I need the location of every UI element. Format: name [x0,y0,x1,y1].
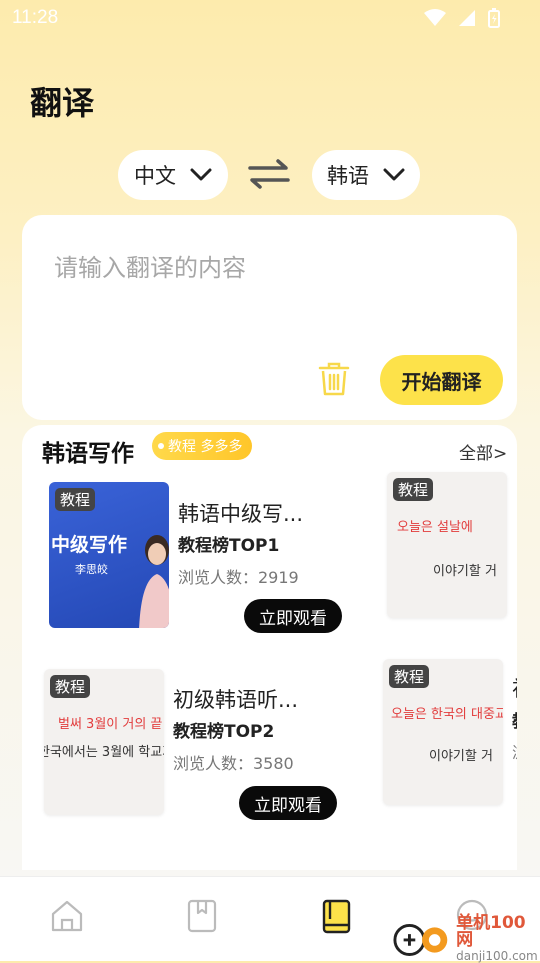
status-bar: 11:28 [0,0,540,36]
course-badge: 教程 [389,665,430,688]
source-language-label: 中文 [134,164,176,188]
korean-writing-section: 韩语写作 教程 多多多 全部> 中级写作 李思皎 教程 韩语中级写... 教程榜… [22,425,517,870]
handwriting-line: 이야기할 거 [433,564,497,579]
page-title: 翻译 [30,84,95,122]
watermark: 单机100网 danji100.com [392,915,540,963]
course-rank: 教程榜TOP2 [173,722,275,742]
course-badge: 教程 [50,675,91,698]
course-title: 初级 [512,673,517,703]
thumbnail-title: 中级写作 [51,534,128,556]
watermark-url: danji100.com [456,949,538,963]
chevron-down-icon [383,168,405,181]
course-rank: 教程 [512,707,517,732]
watch-now-button[interactable]: 立即观看 [244,599,342,633]
signal-icon [459,10,475,26]
translation-input-placeholder[interactable]: 请输入翻译的内容 [54,248,246,283]
watermark-brand: 单机100网 [456,913,526,950]
target-language-select[interactable]: 韩语 [312,150,420,200]
handwriting-line: 벌써 3월이 거의 끝 [58,717,163,732]
handwriting-line: 이야기할 거 [429,749,493,764]
source-language-select[interactable]: 中文 [118,150,228,200]
translation-input-card[interactable]: 请输入翻译的内容 开始翻译 [22,215,517,420]
course-title: 韩语中级写... [178,502,304,526]
course-thumbnail[interactable]: 教程 벌써 3월이 거의 끝 한국에서는 3월에 학교가 [44,669,164,815]
course-thumbnail[interactable]: 教程 오늘은 한국의 대중교통 이야기할 거 [383,659,503,805]
wifi-icon [424,9,446,26]
course-thumbnail[interactable]: 中级写作 李思皎 教程 [49,482,169,628]
home-icon[interactable] [50,899,84,933]
start-translate-button[interactable]: 开始翻译 [380,355,503,405]
course-views: 浏览人数：3580 [173,754,294,773]
handwriting-line: 한국에서는 3월에 학교가 [44,745,164,760]
status-time: 11:28 [12,7,59,28]
handwriting-line: 오늘은 한국의 대중교통 [391,707,503,722]
handwriting-line: 오늘은 설날에 [397,520,473,535]
battery-icon [488,8,500,28]
watermark-logo-icon [393,923,448,956]
section-title: 韩语写作 [42,441,134,467]
trash-icon[interactable] [318,361,350,397]
course-title: 初级韩语听... [173,688,299,712]
swap-icon[interactable] [246,156,292,192]
course-rank: 教程榜TOP1 [178,536,280,556]
view-all-link[interactable]: 全部> [459,439,507,464]
course-badge: 教程 [55,488,96,511]
course-thumbnail[interactable]: 教程 오늘은 설날에 이야기할 거 [387,472,507,618]
section-tag: 教程 多多多 [152,432,253,460]
bookmark-icon[interactable] [187,899,217,933]
chevron-down-icon [190,168,212,181]
course-badge: 教程 [393,478,434,501]
course-views: 浏览 [512,739,517,763]
target-language-label: 韩语 [327,164,369,188]
book-icon[interactable] [322,899,352,935]
thumbnail-author: 李思皎 [75,563,108,576]
teacher-image [139,535,169,628]
course-views: 浏览人数：2919 [178,568,299,587]
watch-now-button[interactable]: 立即观看 [239,786,337,820]
